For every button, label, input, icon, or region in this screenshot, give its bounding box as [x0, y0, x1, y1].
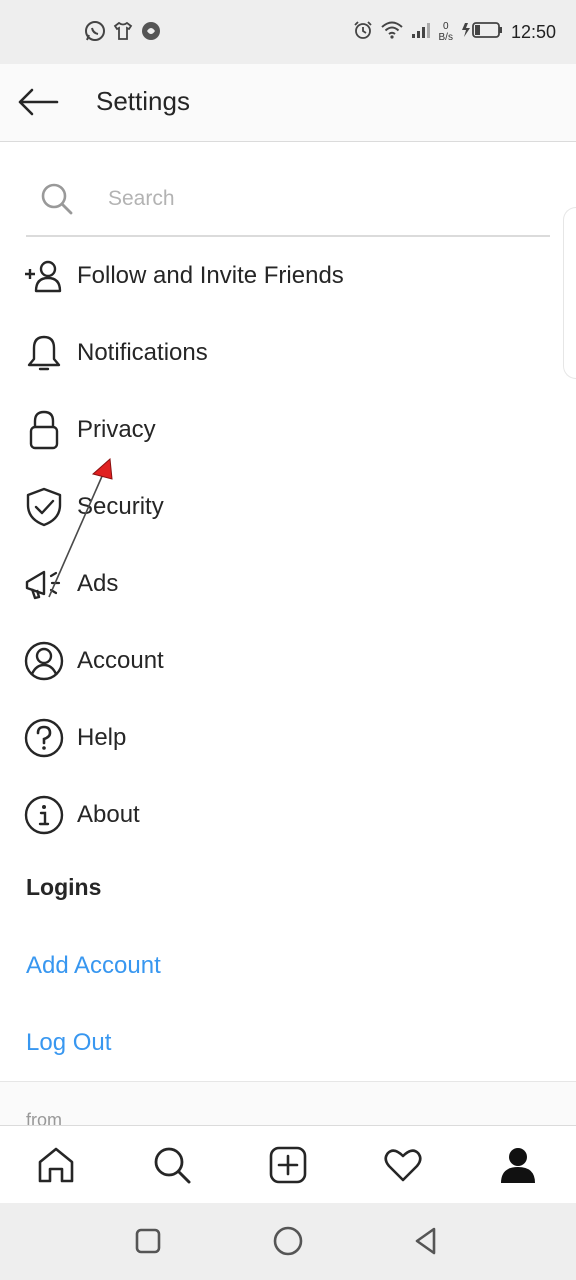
menu-item-about[interactable]: About — [0, 776, 560, 853]
bottom-tab-bar — [0, 1125, 576, 1204]
menu-item-label: Security — [77, 492, 164, 520]
log-out-link[interactable]: Log Out — [26, 1029, 111, 1057]
search-bar[interactable] — [26, 166, 550, 237]
whatsapp-icon — [84, 20, 106, 47]
add-account-link[interactable]: Add Account — [26, 952, 161, 980]
search-icon — [154, 1147, 191, 1184]
network-speed: 0 B/s — [439, 21, 453, 43]
clock: 12:50 — [510, 21, 556, 42]
menu-item-security[interactable]: Security — [0, 468, 560, 545]
menu-item-help[interactable]: Help — [0, 699, 560, 776]
menu-item-label: Help — [77, 723, 127, 751]
network-speed-unit: B/s — [438, 32, 453, 43]
back-nav-button[interactable] — [408, 1223, 444, 1259]
status-bar: 0 B/s 12:50 — [0, 0, 576, 64]
menu-item-account[interactable]: Account — [0, 622, 560, 699]
profile-icon — [501, 1148, 535, 1183]
add-post-icon — [269, 1146, 307, 1184]
account-circle-icon — [24, 641, 64, 681]
footer: from — [0, 1081, 576, 1130]
side-panel-edge — [563, 207, 576, 379]
tab-home[interactable] — [36, 1145, 76, 1185]
home-button[interactable] — [270, 1223, 306, 1259]
tab-new-post[interactable] — [268, 1145, 308, 1185]
help-icon — [24, 718, 64, 758]
menu-item-label: About — [77, 800, 140, 828]
menu-item-label: Follow and Invite Friends — [77, 261, 344, 289]
menu-item-notifications[interactable]: Notifications — [0, 314, 560, 391]
info-icon — [24, 795, 64, 835]
square-icon — [135, 1228, 161, 1254]
back-arrow-icon — [18, 88, 59, 116]
network-speed-value: 0 — [442, 21, 449, 32]
back-button[interactable] — [14, 82, 62, 122]
heart-icon — [384, 1149, 422, 1182]
alarm-icon — [353, 20, 373, 45]
menu-item-label: Notifications — [77, 338, 208, 366]
battery-icon — [461, 21, 503, 44]
page-title: Settings — [96, 86, 190, 116]
search-icon — [40, 182, 74, 221]
menu-item-label: Privacy — [77, 415, 156, 443]
menu-item-follow-invite[interactable]: Follow and Invite Friends — [0, 237, 560, 314]
menu-item-label: Ads — [77, 569, 119, 597]
app-logo-icon — [140, 20, 162, 47]
tshirt-icon — [112, 20, 134, 47]
tab-search[interactable] — [152, 1145, 192, 1185]
add-person-icon — [24, 256, 64, 296]
tab-activity[interactable] — [383, 1145, 423, 1185]
signal-icon — [411, 22, 431, 43]
menu-item-ads[interactable]: Ads — [0, 545, 560, 622]
menu-item-privacy[interactable]: Privacy — [0, 391, 560, 468]
circle-icon — [273, 1226, 303, 1256]
system-status-icons: 0 B/s 12:50 — [353, 16, 556, 48]
triangle-back-icon — [415, 1227, 436, 1255]
tab-profile[interactable] — [498, 1145, 538, 1185]
shield-check-icon — [24, 487, 64, 527]
recents-button[interactable] — [130, 1223, 166, 1259]
megaphone-icon — [24, 564, 64, 604]
logins-header: Logins — [26, 874, 102, 900]
wifi-icon — [380, 21, 403, 44]
system-nav-bar — [0, 1203, 576, 1280]
home-icon — [38, 1147, 74, 1183]
notification-icons — [84, 20, 162, 47]
lock-icon — [24, 410, 64, 450]
menu-item-label: Account — [77, 646, 164, 674]
search-input[interactable] — [106, 180, 530, 218]
bell-icon — [24, 333, 64, 373]
app-bar: Settings — [0, 64, 576, 142]
